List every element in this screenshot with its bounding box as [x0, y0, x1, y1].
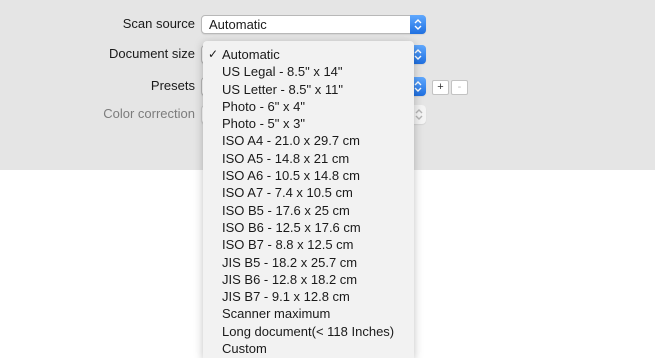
- up-down-chevron-icon: [414, 81, 422, 92]
- menu-item-label: US Legal - 8.5" x 14": [222, 64, 343, 80]
- menu-item[interactable]: ISO B5 - 17.6 x 25 cm: [203, 202, 414, 219]
- menu-item[interactable]: US Letter - 8.5" x 11": [203, 81, 414, 98]
- menu-item[interactable]: JIS B6 - 12.8 x 18.2 cm: [203, 271, 414, 288]
- menu-item-label: ISO A7 - 7.4 x 10.5 cm: [222, 185, 353, 201]
- up-down-chevron-icon: [415, 109, 423, 120]
- menu-item[interactable]: ISO A6 - 10.5 x 14.8 cm: [203, 167, 414, 184]
- document-size-label: Document size: [109, 46, 195, 61]
- scan-source-value: Automatic: [209, 17, 267, 32]
- menu-item-label: Scanner maximum: [222, 306, 331, 322]
- menu-item[interactable]: ✓ Automatic: [203, 46, 414, 63]
- menu-item-label: JIS B5 - 18.2 x 25.7 cm: [222, 254, 358, 270]
- menu-item-label: ISO A4 - 21.0 x 29.7 cm: [222, 133, 361, 149]
- menu-item[interactable]: JIS B7 - 9.1 x 12.8 cm: [203, 288, 414, 305]
- menu-item-label: Photo - 6" x 4": [222, 98, 305, 114]
- menu-item[interactable]: Photo - 6" x 4": [203, 98, 414, 115]
- menu-item-label: Automatic: [222, 47, 280, 62]
- up-down-chevron-icon: [414, 19, 422, 30]
- menu-item[interactable]: Custom: [203, 340, 414, 357]
- menu-item-label: ISO A6 - 10.5 x 14.8 cm: [222, 168, 361, 184]
- scan-source-label: Scan source: [122, 16, 195, 31]
- menu-item[interactable]: ISO A5 - 14.8 x 21 cm: [203, 150, 414, 167]
- menu-item-label: US Letter - 8.5" x 11": [222, 81, 343, 97]
- menu-item-label: JIS B7 - 9.1 x 12.8 cm: [222, 289, 350, 305]
- menu-item[interactable]: JIS B5 - 18.2 x 25.7 cm: [203, 254, 414, 271]
- up-down-chevron-icon: [414, 49, 422, 60]
- scan-source-stepper[interactable]: [410, 15, 426, 34]
- menu-item[interactable]: ISO A7 - 7.4 x 10.5 cm: [203, 184, 414, 201]
- menu-item-label: JIS B6 - 12.8 x 18.2 cm: [222, 271, 358, 287]
- document-size-menu-list: ✓ Automatic US Legal - 8.5" x 14" US Letter…: [203, 41, 414, 357]
- menu-item-label: ISO B5 - 17.6 x 25 cm: [222, 202, 350, 218]
- checkmark-icon: ✓: [208, 47, 219, 61]
- menu-item-label: Photo - 5" x 3": [222, 116, 305, 132]
- menu-item-label: ISO B6 - 12.5 x 17.6 cm: [222, 219, 361, 235]
- menu-item[interactable]: Photo - 5" x 3": [203, 115, 414, 132]
- color-correction-label: Color correction: [103, 106, 195, 121]
- menu-item-label: Long document(< 118 Inches): [222, 323, 395, 339]
- scan-source-popup[interactable]: Automatic: [201, 15, 426, 34]
- menu-item[interactable]: ISO A4 - 21.0 x 29.7 cm: [203, 132, 414, 149]
- menu-item-label: Custom: [222, 341, 267, 357]
- menu-item-label: ISO B7 - 8.8 x 12.5 cm: [222, 237, 354, 253]
- menu-item[interactable]: US Legal - 8.5" x 14": [203, 63, 414, 80]
- menu-item[interactable]: ISO B7 - 8.8 x 12.5 cm: [203, 236, 414, 253]
- add-preset-button[interactable]: +: [432, 80, 449, 95]
- menu-item[interactable]: ISO B6 - 12.5 x 17.6 cm: [203, 219, 414, 236]
- menu-item[interactable]: Long document(< 118 Inches): [203, 323, 414, 340]
- remove-preset-button[interactable]: -: [451, 80, 468, 95]
- menu-item-label: ISO A5 - 14.8 x 21 cm: [222, 150, 350, 166]
- menu-item[interactable]: Scanner maximum: [203, 305, 414, 322]
- presets-label: Presets: [150, 78, 195, 93]
- document-size-menu: ✓ Automatic US Legal - 8.5" x 14" US Letter…: [203, 41, 414, 358]
